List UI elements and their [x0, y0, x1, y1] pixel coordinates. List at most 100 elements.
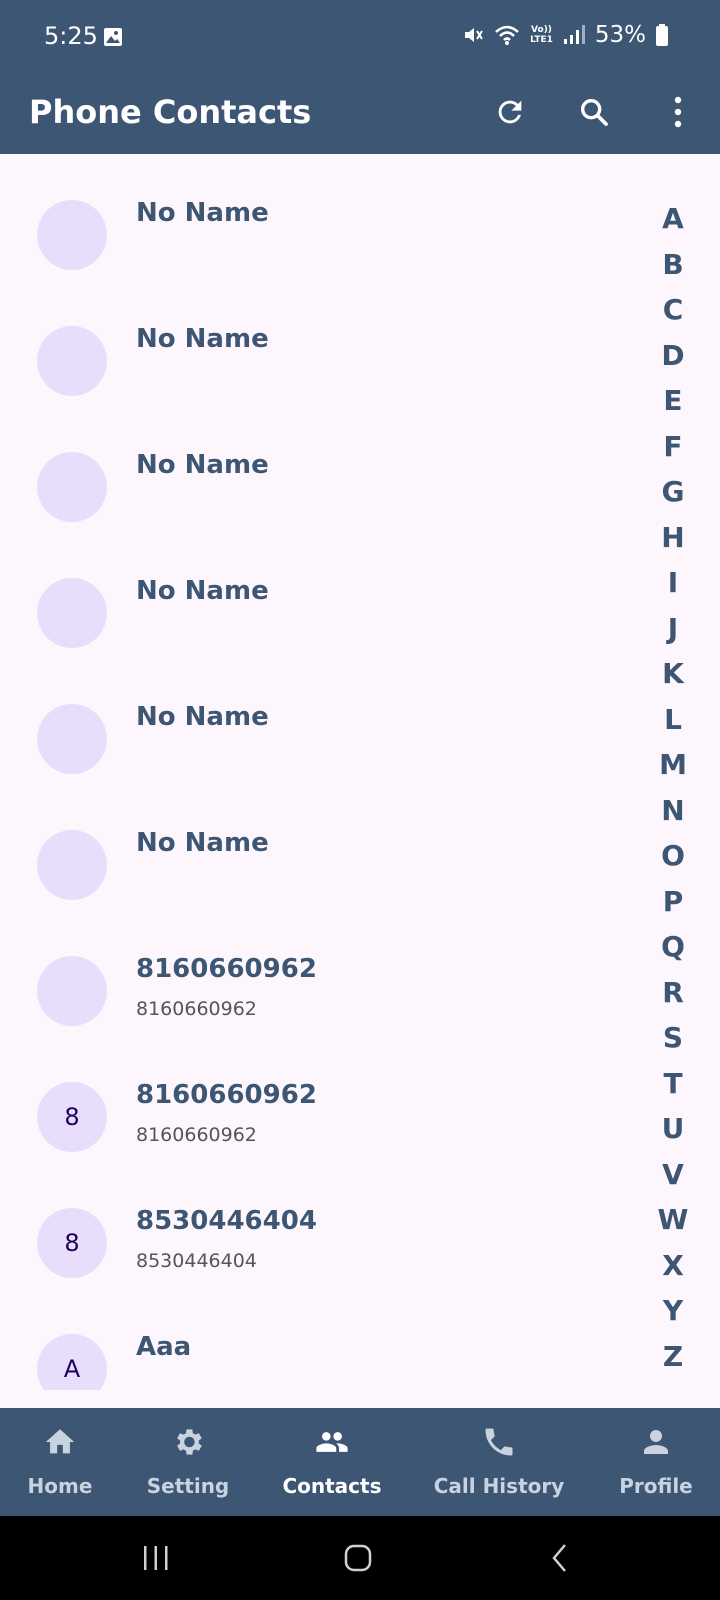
more-options-button[interactable]: [654, 88, 702, 136]
index-letter[interactable]: A: [650, 196, 696, 242]
nav-label: Contacts: [282, 1474, 382, 1498]
recent-apps-button[interactable]: [136, 1538, 176, 1578]
nav-call-history[interactable]: Call History: [424, 1408, 574, 1516]
index-letter[interactable]: S: [650, 1015, 696, 1061]
nav-setting[interactable]: Setting: [138, 1408, 238, 1516]
recent-apps-icon: [144, 1546, 168, 1570]
index-letter[interactable]: F: [650, 424, 696, 470]
index-letter[interactable]: X: [650, 1243, 696, 1289]
home-circle-icon: [344, 1544, 372, 1572]
index-letter[interactable]: R: [650, 970, 696, 1016]
status-time: 5:25: [44, 22, 98, 50]
index-letter[interactable]: Q: [650, 924, 696, 970]
index-letter[interactable]: T: [650, 1061, 696, 1107]
nav-label: Profile: [619, 1474, 693, 1498]
contact-phone: 8160660962: [136, 998, 257, 1020]
contact-name: No Name: [136, 450, 269, 480]
contact-name: 8530446404: [136, 1206, 317, 1236]
index-letter[interactable]: M: [650, 742, 696, 788]
contact-row[interactable]: No Name: [0, 784, 640, 910]
index-letter[interactable]: V: [650, 1152, 696, 1198]
nav-profile[interactable]: Profile: [606, 1408, 706, 1516]
refresh-icon: [498, 100, 522, 124]
nav-contacts[interactable]: Contacts: [272, 1408, 392, 1516]
avatar: [37, 200, 107, 270]
avatar: [37, 578, 107, 648]
system-navigation-bar: [0, 1516, 720, 1600]
phone-icon: [485, 1428, 513, 1456]
battery-icon: [656, 24, 668, 46]
index-letter[interactable]: H: [650, 515, 696, 561]
avatar: [37, 830, 107, 900]
avatar: [37, 956, 107, 1026]
signal-icon: [563, 25, 585, 44]
home-icon: [45, 1429, 75, 1454]
contact-name: 8160660962: [136, 954, 317, 984]
contact-row[interactable]: 8160660962 8160660962: [0, 910, 640, 1036]
gallery-notification-icon: [104, 28, 122, 46]
status-indicators: Vo)) LTE1 53%: [462, 22, 668, 48]
index-letter[interactable]: Z: [650, 1334, 696, 1380]
index-letter[interactable]: P: [650, 879, 696, 925]
contact-phone: 8530446404: [136, 1250, 257, 1272]
index-letter[interactable]: J: [650, 606, 696, 652]
avatar: [37, 326, 107, 396]
nav-label: Home: [27, 1474, 93, 1498]
nav-label: Setting: [146, 1474, 230, 1498]
index-letter[interactable]: I: [650, 560, 696, 606]
contact-name: No Name: [136, 198, 269, 228]
mute-icon: [465, 28, 483, 42]
avatar: 8: [37, 1208, 107, 1278]
status-bar: 5:25 Vo)) LTE1 53%: [0, 0, 720, 78]
index-letter[interactable]: U: [650, 1106, 696, 1152]
contact-name: No Name: [136, 702, 269, 732]
index-letter[interactable]: C: [650, 287, 696, 333]
bottom-navigation: Home Setting Contacts Call History Profi…: [0, 1408, 720, 1516]
contact-row[interactable]: 8 8530446404 8530446404: [0, 1162, 640, 1288]
contacts-list[interactable]: No Name No Name No Name No Name No Name …: [0, 154, 640, 1390]
index-letter[interactable]: Y: [650, 1288, 696, 1334]
contact-name: No Name: [136, 576, 269, 606]
avatar: A: [37, 1334, 107, 1390]
alphabet-index[interactable]: A B C D E F G H I J K L M N O P Q R S T …: [650, 196, 696, 1379]
index-letter[interactable]: N: [650, 788, 696, 834]
index-letter[interactable]: E: [650, 378, 696, 424]
refresh-button[interactable]: [486, 88, 534, 136]
gear-icon: [177, 1429, 202, 1455]
contact-name: No Name: [136, 324, 269, 354]
index-letter[interactable]: G: [650, 469, 696, 515]
index-letter[interactable]: K: [650, 651, 696, 697]
contact-row[interactable]: No Name: [0, 280, 640, 406]
app-bar: Phone Contacts: [0, 78, 720, 154]
contact-name: 8160660962: [136, 1080, 317, 1110]
back-chevron-icon: [552, 1544, 566, 1572]
index-letter[interactable]: B: [650, 242, 696, 288]
avatar: 8: [37, 1082, 107, 1152]
more-vert-icon: [674, 96, 682, 128]
nav-label: Call History: [433, 1474, 565, 1498]
index-letter[interactable]: W: [650, 1197, 696, 1243]
contact-row[interactable]: No Name: [0, 658, 640, 784]
index-letter[interactable]: D: [650, 333, 696, 379]
back-button[interactable]: [540, 1538, 580, 1578]
nav-home[interactable]: Home: [20, 1408, 100, 1516]
avatar: [37, 704, 107, 774]
contact-row[interactable]: A Aaa: [0, 1288, 640, 1390]
avatar: [37, 452, 107, 522]
contact-name: No Name: [136, 828, 269, 858]
contact-row[interactable]: No Name: [0, 154, 640, 280]
search-icon: [580, 98, 608, 126]
contact-row[interactable]: 8 8160660962 8160660962: [0, 1036, 640, 1162]
home-button[interactable]: [338, 1538, 378, 1578]
contact-row[interactable]: No Name: [0, 532, 640, 658]
contact-row[interactable]: No Name: [0, 406, 640, 532]
index-letter[interactable]: O: [650, 833, 696, 879]
person-icon: [644, 1430, 668, 1454]
wifi-icon: [495, 25, 519, 45]
battery-percent: 53%: [594, 22, 646, 48]
volte-icon: Vo)) LTE1: [530, 25, 553, 45]
search-button[interactable]: [570, 88, 618, 136]
contact-name: Aaa: [136, 1332, 192, 1362]
index-letter[interactable]: L: [650, 697, 696, 743]
contact-phone: 8160660962: [136, 1124, 257, 1146]
